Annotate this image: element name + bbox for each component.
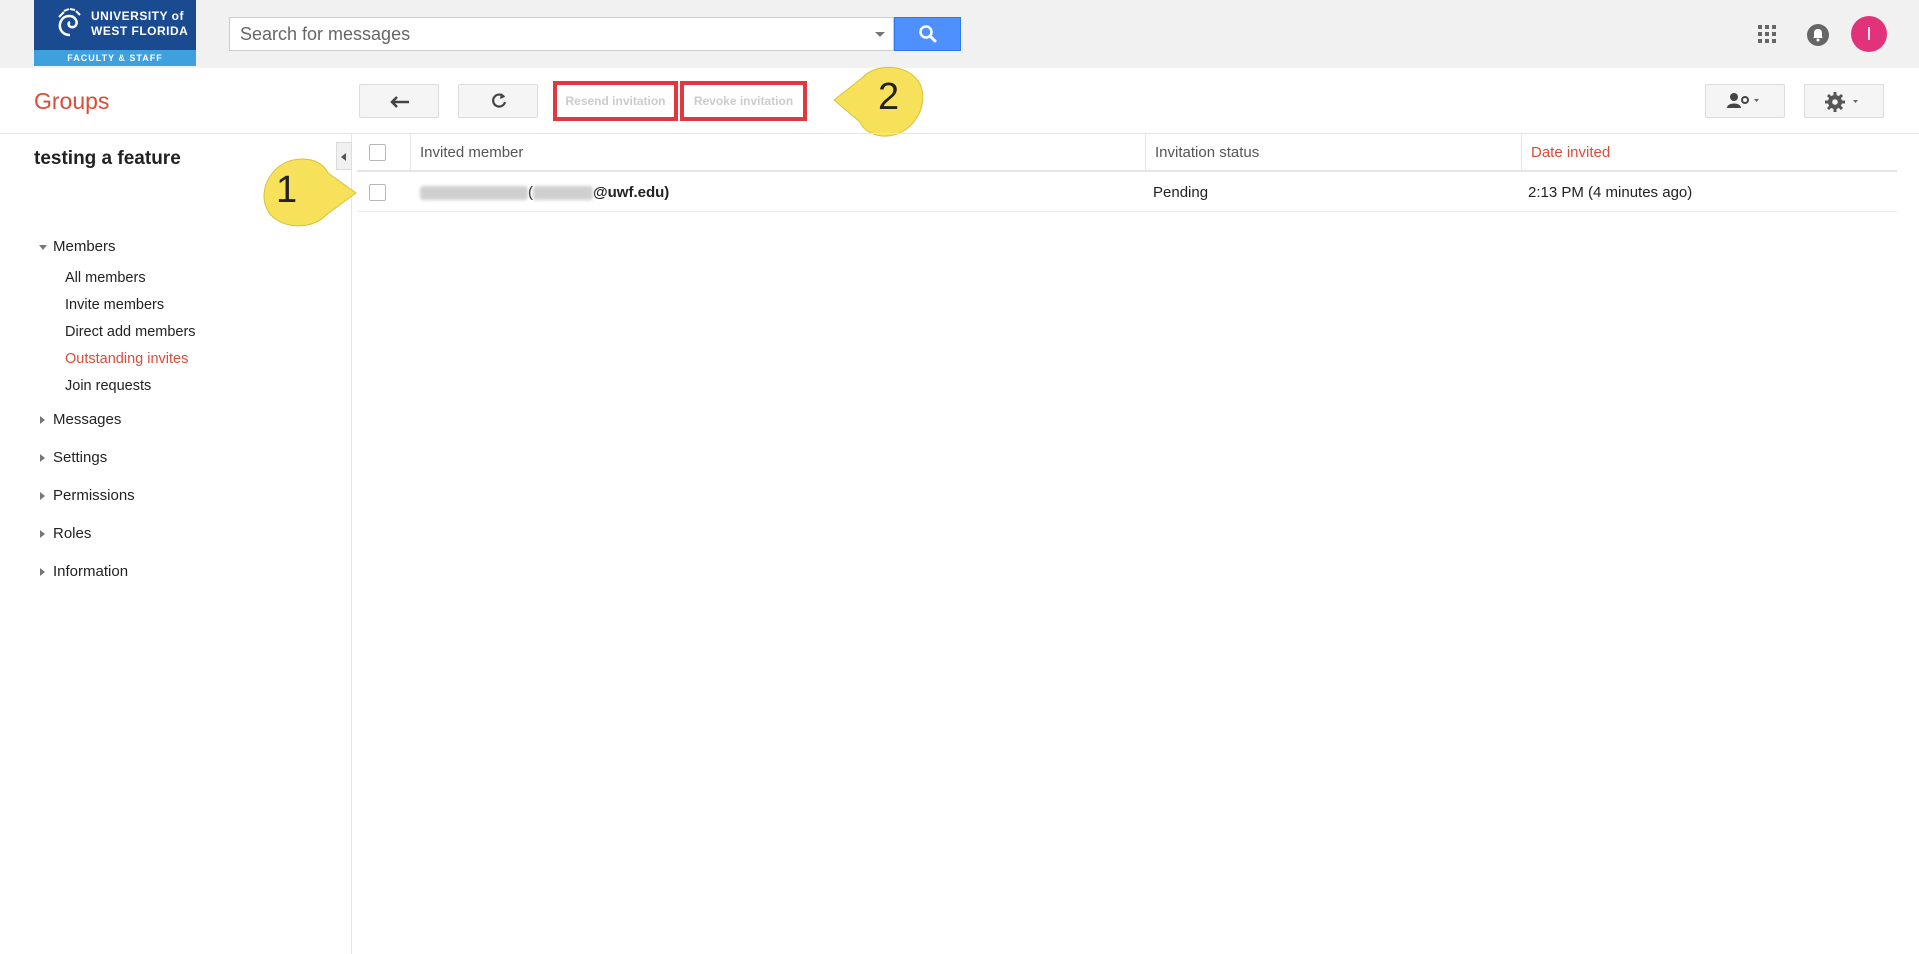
search-box: [229, 17, 894, 51]
table-header: Invited member Invitation status Date in…: [357, 134, 1897, 172]
member-settings-button[interactable]: [1705, 84, 1785, 118]
select-all-checkbox[interactable]: [369, 144, 386, 161]
person-gear-icon: [1727, 93, 1759, 108]
sidebar-item-outstanding-invites[interactable]: Outstanding invites: [65, 351, 188, 367]
email-domain: @uwf.edu): [593, 184, 670, 201]
logo-line-2: WEST FLORIDA: [91, 24, 189, 38]
column-separator: [1145, 134, 1146, 172]
column-header-invited-member[interactable]: Invited member: [412, 134, 523, 172]
sidebar-item-label: Roles: [53, 525, 92, 542]
column-separator: [1521, 134, 1522, 172]
chevron-right-icon: [40, 416, 45, 424]
search-options-dropdown-icon[interactable]: [875, 32, 885, 37]
column-header-invitation-status[interactable]: Invitation status: [1147, 134, 1259, 172]
back-button[interactable]: [359, 84, 439, 118]
chevron-right-icon: [40, 530, 45, 538]
revoke-invitation-button[interactable]: Revoke invitation: [680, 81, 807, 121]
bell-glyph-icon: [1813, 29, 1823, 42]
invited-member-cell: (@uwf.edu): [420, 174, 669, 212]
callout-2-marker: 2: [832, 62, 924, 137]
logo-subtitle: FACULTY & STAFF: [34, 50, 196, 66]
swirl-logo-icon: [58, 8, 81, 37]
resend-invitation-button[interactable]: Resend invitation: [553, 81, 678, 121]
column-header-date-invited[interactable]: Date invited: [1523, 134, 1610, 172]
chevron-right-icon: [40, 454, 45, 462]
chevron-right-icon: [40, 492, 45, 500]
sidebar-item-all-members[interactable]: All members: [65, 270, 146, 286]
chevron-right-icon: [40, 568, 45, 576]
redacted-name: [420, 186, 528, 201]
callout-1-marker: 1: [244, 155, 357, 229]
notifications-bell-icon[interactable]: [1807, 24, 1829, 46]
sidebar-item-direct-add-members[interactable]: Direct add members: [65, 324, 196, 340]
search-icon: [919, 25, 937, 43]
invitation-status-cell: Pending: [1153, 184, 1209, 201]
group-name: testing a feature: [34, 148, 181, 169]
column-separator: [410, 134, 411, 172]
sidebar-item-label: Permissions: [53, 487, 135, 504]
sidebar-item-join-requests[interactable]: Join requests: [65, 378, 151, 394]
date-invited-cell: 2:13 PM (4 minutes ago): [1528, 184, 1693, 201]
callout-1-number: 1: [276, 169, 298, 211]
sidebar-item-invite-members[interactable]: Invite members: [65, 297, 164, 313]
callout-2-number: 2: [878, 76, 900, 118]
gear-icon: [1825, 92, 1858, 112]
sidebar-item-label: Messages: [53, 411, 122, 428]
sidebar-item-label: Settings: [53, 449, 108, 466]
uwf-logo[interactable]: UNIVERSITY of WEST FLORIDA FACULTY & STA…: [34, 0, 196, 66]
search-input[interactable]: [230, 18, 850, 50]
user-avatar[interactable]: I: [1851, 16, 1887, 52]
settings-button[interactable]: [1804, 84, 1884, 118]
table-row[interactable]: (@uwf.edu) Pending 2:13 PM (4 minutes ag…: [357, 174, 1897, 212]
refresh-icon: [492, 93, 507, 108]
sidebar-item-label: Information: [53, 563, 129, 580]
refresh-button[interactable]: [458, 84, 538, 118]
page-title[interactable]: Groups: [34, 88, 109, 115]
redacted-email-user: [533, 186, 593, 201]
top-bar: UNIVERSITY of WEST FLORIDA FACULTY & STA…: [0, 0, 1919, 68]
apps-grid-icon[interactable]: [1758, 25, 1776, 43]
back-arrow-icon: [390, 96, 409, 108]
logo-line-1: UNIVERSITY of: [91, 9, 184, 23]
sidebar-item-label: Members: [53, 238, 116, 255]
sidebar-divider: [351, 134, 352, 954]
search-button[interactable]: [894, 17, 961, 51]
chevron-down-icon: [39, 245, 47, 250]
row-checkbox[interactable]: [369, 184, 386, 201]
